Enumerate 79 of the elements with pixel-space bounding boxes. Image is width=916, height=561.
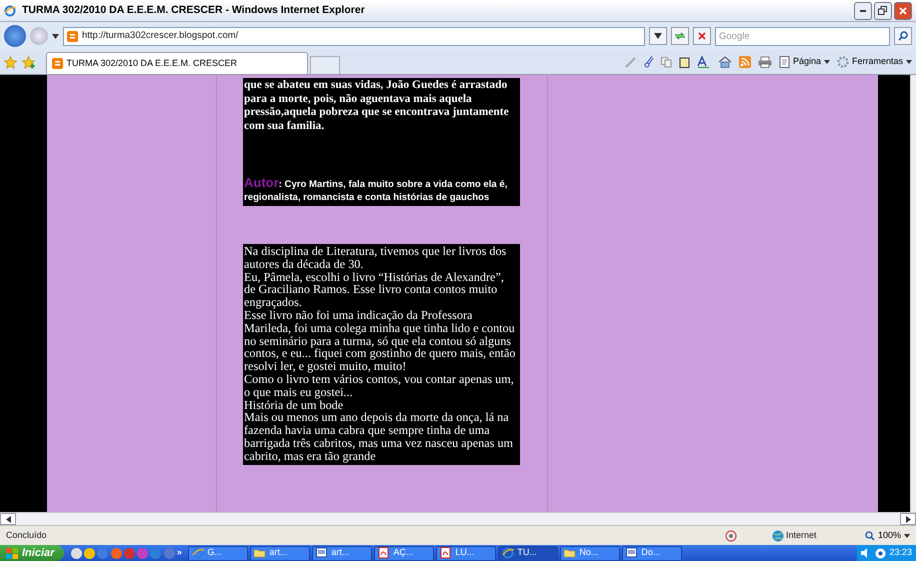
stop-button[interactable] [693,27,711,45]
gear-icon [836,56,849,68]
author-line: Autor: Cyro Martins, fala muito sobre a vida como ela é, regionalista, romancista e conta histórias de gauchos [244,177,508,204]
windows-logo-icon [6,548,18,558]
taskbar-button[interactable]: TU... [498,546,558,560]
post-paragraph: Como o livro tem vários contos, vou contar apenas um, o que mais eu gostei... [244,372,515,399]
scroll-left-button[interactable] [0,513,16,525]
post-paragraph: Eu, Pâmela, escolhi o livro “Histórias de Alexandre”, de Graciliano Ramos. Esse livro conta contos muito engraçados. [244,270,505,309]
taskbar-button[interactable]: No... [560,546,620,560]
address-field[interactable]: http://turma302crescer.blogspot.com/ [63,26,645,46]
horizontal-scrollbar[interactable] [0,512,916,525]
minimize-button[interactable] [854,2,872,20]
quick-launch-icon[interactable] [84,548,96,558]
browser-tab[interactable]: TURMA 302/2010 DA E.E.E.M. CRESCER [46,52,308,74]
close-button[interactable] [894,2,912,20]
caret-icon [824,60,830,64]
post-paragraph: Na disciplina de Literatura, tivemos que ler livros dos autores da década de 30. [244,245,508,271]
caret-icon [654,33,662,39]
add-favorite-icon[interactable] [22,56,34,68]
globe-icon [772,530,784,542]
url-text: http://turma302crescer.blogspot.com/ [82,28,238,43]
right-arrow-icon [906,516,910,524]
page-icon [778,56,790,68]
search-field[interactable]: Google [715,26,890,46]
stop-icon [698,32,706,40]
browser-icon [192,547,204,559]
restore-icon [878,6,888,15]
folder-icon [564,547,576,559]
clock-text: 23:23 [889,546,912,560]
more-button[interactable]: » [176,546,182,560]
search-icon [898,31,908,41]
minimize-icon [860,10,866,12]
caret-icon [906,60,912,64]
taskbar-button[interactable]: G... [188,546,248,560]
printer-icon[interactable] [758,56,772,68]
blogger-icon [67,30,78,42]
dropdown-button[interactable] [649,27,667,45]
post-paragraph: que se abateu em suas vidas, João Guedes é arrastado para a morte, pois, não aguentava mais aquela pressão,aquela pobreza que se encontrava juntamente com sua familia. [244,79,510,133]
vertical-scrollbar[interactable] [910,75,916,512]
close-icon [899,6,907,14]
font-icon[interactable] [696,56,711,68]
browser-icon [4,4,16,16]
command-button[interactable]: Ferramentas [836,55,912,69]
favorites-star-icon[interactable] [4,56,17,68]
pdf-icon [440,547,452,559]
post-paragraph: Mais ou menos um ano depois da morte da onça, lá na fazenda havia uma cabra que sempre tinha de uma barrigada três cabritos, mas uma vez nasceu apenas um cabrito, mas era tão grande [244,411,514,463]
pdf-icon [378,547,390,559]
command-button[interactable]: Página [778,55,830,69]
zoom-icon [864,530,875,540]
dropdown-caret-icon[interactable] [52,34,59,38]
post-paragraph: Esse livro não foi uma indicação da Professora Marileda, foi uma colega minha que tinha lido e contou no seminário para a turma, só que ela contou só alguns contos, e eu... fiquei com gostinho de quero mais, então resolvi ler, e gostei muito, muito! [244,308,516,373]
blogger-icon [52,58,62,69]
document-icon [316,547,328,559]
back-button[interactable] [4,25,26,47]
start-button[interactable]: Iniciar [0,545,64,561]
zoom-button[interactable]: 100% [864,528,910,542]
zone-text: Internet [786,528,816,542]
taskbar-button[interactable]: Do... [622,546,682,560]
restore-button[interactable] [874,2,892,20]
window-title: TURMA 302/2010 DA E.E.E.M. CRESCER - Windows Internet Explorer [22,2,365,18]
left-arrow-icon [6,516,10,524]
taskbar-button[interactable]: AÇ... [374,546,434,560]
caret-icon [904,534,910,538]
taskbar-button[interactable]: art... [250,546,310,560]
scroll-right-button[interactable] [900,513,916,525]
taskbar-button[interactable]: art... [312,546,372,560]
document-icon [626,547,638,559]
feed-icon[interactable] [738,56,751,68]
copy-icon[interactable] [660,56,672,68]
quick-launch-icon[interactable] [70,548,82,558]
status-text: Concluído [6,528,47,542]
refresh-icon [674,32,686,40]
post-paragraph: História de um bode [244,398,344,412]
home-icon[interactable] [718,56,732,68]
search-button[interactable] [894,27,912,45]
folder-icon [254,547,266,559]
clipboard-icon[interactable] [678,56,690,68]
browser-icon [502,547,514,559]
taskbar-button[interactable]: LU... [436,546,496,560]
